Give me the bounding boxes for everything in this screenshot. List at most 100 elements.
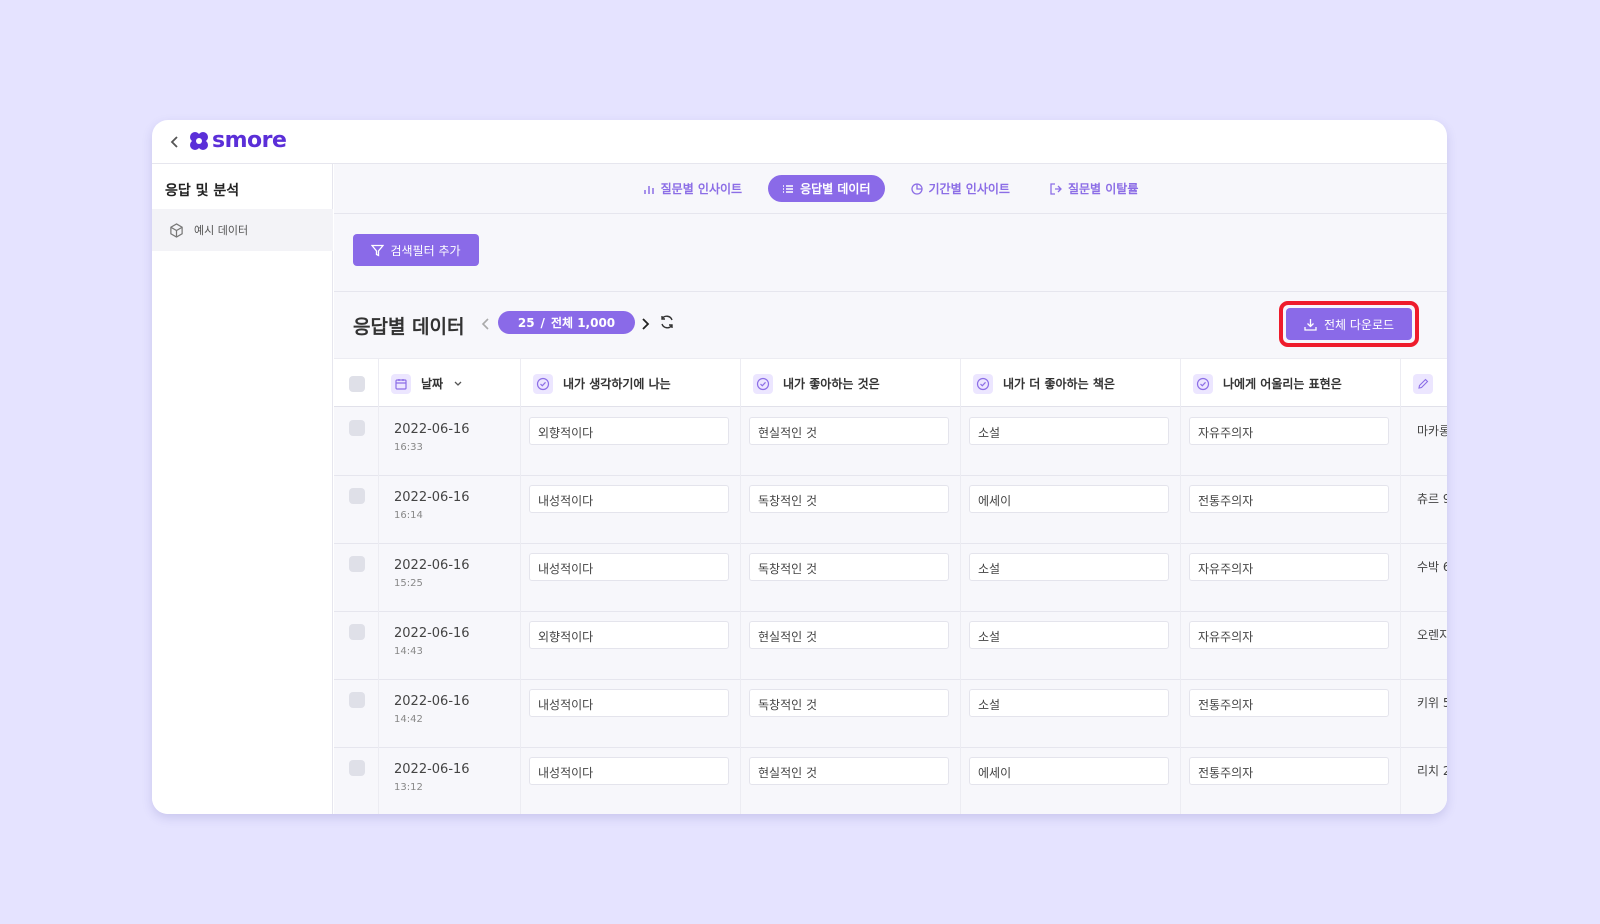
answer-cell: 외향적이다	[521, 408, 741, 476]
row-checkbox[interactable]	[349, 692, 365, 708]
table-row[interactable]: 2022-06-16 13:12 내성적이다 현실적인 것 에세이 전통주의자 리치 2	[334, 748, 1447, 814]
table-row[interactable]: 2022-06-16 16:14 내성적이다 독창적인 것 에세이 전통주의자 츄르 9	[334, 476, 1447, 544]
column-header-q3[interactable]: 내가 더 좋아하는 책은	[961, 359, 1181, 408]
list-icon	[783, 184, 794, 193]
column-label: 내가 더 좋아하는 책은	[1003, 377, 1115, 391]
answer-value[interactable]: 외향적이다	[529, 621, 729, 649]
answer-value[interactable]: 전통주의자	[1189, 689, 1389, 717]
answer-value[interactable]: 내성적이다	[529, 689, 729, 717]
date-cell: 2022-06-16 14:43	[379, 612, 521, 680]
answer-value[interactable]: 독창적인 것	[749, 485, 949, 513]
add-filter-button[interactable]: 검색필터 추가	[353, 234, 479, 266]
back-button[interactable]	[166, 132, 184, 152]
table-row[interactable]: 2022-06-16 14:42 내성적이다 독창적인 것 소설 전통주의자 키위 5	[334, 680, 1447, 748]
column-label: 나에게 어울리는 표현은	[1223, 377, 1342, 391]
answer-cell: 현실적인 것	[741, 408, 961, 476]
answer-value[interactable]: 외향적이다	[529, 417, 729, 445]
table-row[interactable]: 2022-06-16 16:33 외향적이다 현실적인 것 소설 자유주의자 마카롱	[334, 408, 1447, 476]
answer-cell: 현실적인 것	[741, 612, 961, 680]
response-time: 13:12	[394, 782, 423, 793]
row-select-cell	[334, 408, 379, 476]
row-checkbox[interactable]	[349, 420, 365, 436]
answer-cell: 독창적인 것	[741, 544, 961, 612]
row-checkbox[interactable]	[349, 488, 365, 504]
sidebar-item-example-data[interactable]: 예시 데이터	[152, 209, 333, 251]
answer-text-cell: 수박 6	[1417, 560, 1447, 574]
answer-value[interactable]: 내성적이다	[529, 485, 729, 513]
column-header-q4[interactable]: 나에게 어울리는 표현은	[1181, 359, 1401, 408]
answer-value[interactable]: 현실적인 것	[749, 757, 949, 785]
answer-value[interactable]: 자유주의자	[1189, 621, 1389, 649]
response-date: 2022-06-16	[394, 558, 470, 573]
row-checkbox[interactable]	[349, 556, 365, 572]
calendar-icon	[391, 373, 411, 394]
pager-indicator: 25 / 전체 1,000	[498, 311, 635, 334]
tab-period-insight[interactable]: 기간별 인사이트	[897, 175, 1024, 202]
answer-value[interactable]: 자유주의자	[1189, 417, 1389, 445]
row-select-cell	[334, 476, 379, 544]
next-page-button[interactable]	[640, 316, 650, 335]
download-all-label: 전체 다운로드	[1323, 317, 1395, 332]
answer-value[interactable]: 독창적인 것	[749, 553, 949, 581]
answer-value[interactable]: 전통주의자	[1189, 485, 1389, 513]
answer-cell: 독창적인 것	[741, 476, 961, 544]
main-panel: 질문별 인사이트 응답별 데이터 기간별 인사이트 질문별 이탈률 검색필터 추…	[334, 164, 1447, 814]
answer-text-cell: 키위 5	[1417, 696, 1447, 710]
row-checkbox[interactable]	[349, 624, 365, 640]
row-checkbox[interactable]	[349, 760, 365, 776]
check-circle-icon	[753, 373, 773, 394]
answer-cell: 전통주의자	[1181, 680, 1401, 748]
smore-logo[interactable]: smore	[188, 128, 287, 153]
answer-value[interactable]: 에세이	[969, 757, 1169, 785]
column-header-q2[interactable]: 내가 좋아하는 것은	[741, 359, 961, 408]
tab-question-insight[interactable]: 질문별 인사이트	[629, 175, 756, 202]
refresh-button[interactable]	[659, 314, 675, 334]
column-header-q1[interactable]: 내가 생각하기에 나는	[521, 359, 741, 408]
answer-value[interactable]: 현실적인 것	[749, 621, 949, 649]
answer-cell: 소설	[961, 680, 1181, 748]
refresh-icon	[661, 315, 673, 329]
answer-value[interactable]: 소설	[969, 417, 1169, 445]
answer-value[interactable]: 전통주의자	[1189, 757, 1389, 785]
answer-text-cell: 츄르 9	[1417, 492, 1447, 506]
answer-value[interactable]: 소설	[969, 621, 1169, 649]
download-highlight: 전체 다운로드	[1279, 301, 1419, 347]
bar-chart-icon	[643, 185, 654, 194]
sidebar: 응답 및 분석 예시 데이터	[152, 164, 333, 814]
answer-value[interactable]: 소설	[969, 689, 1169, 717]
answer-value[interactable]: 에세이	[969, 485, 1169, 513]
answer-cell: 독창적인 것	[741, 680, 961, 748]
table-row[interactable]: 2022-06-16 15:25 내성적이다 독창적인 것 소설 자유주의자 수박 6	[334, 544, 1447, 612]
answer-cell: 내성적이다	[521, 544, 741, 612]
column-header-date[interactable]: 날짜	[379, 359, 521, 408]
pencil-icon	[1413, 373, 1433, 394]
cube-icon	[170, 222, 183, 238]
date-cell: 2022-06-16 15:25	[379, 544, 521, 612]
answer-cell: 에세이	[961, 748, 1181, 814]
prev-page-button[interactable]	[481, 316, 491, 335]
answer-cell: 내성적이다	[521, 476, 741, 544]
top-bar: smore	[152, 120, 1447, 164]
tab-dropout-rate[interactable]: 질문별 이탈률	[1036, 175, 1152, 202]
sidebar-item-label: 예시 데이터	[194, 224, 249, 237]
row-select-cell	[334, 612, 379, 680]
column-label: 내가 생각하기에 나는	[563, 377, 671, 391]
answer-text-cell: 오렌지	[1417, 628, 1447, 642]
column-header-q5[interactable]	[1401, 359, 1447, 408]
download-all-button[interactable]: 전체 다운로드	[1286, 308, 1412, 340]
tab-label: 질문별 이탈률	[1067, 182, 1139, 196]
table-row[interactable]: 2022-06-16 14:43 외향적이다 현실적인 것 소설 자유주의자 오렌지	[334, 612, 1447, 680]
select-all-checkbox[interactable]	[349, 375, 365, 392]
answer-value[interactable]: 내성적이다	[529, 553, 729, 581]
answer-cell: 전통주의자	[1181, 476, 1401, 544]
answer-value[interactable]: 현실적인 것	[749, 417, 949, 445]
answer-value[interactable]: 독창적인 것	[749, 689, 949, 717]
response-date: 2022-06-16	[394, 762, 470, 777]
answer-value[interactable]: 소설	[969, 553, 1169, 581]
tab-response-data[interactable]: 응답별 데이터	[768, 175, 885, 202]
answer-text-cell: 리치 2	[1417, 764, 1447, 778]
chevron-down-icon	[454, 381, 462, 386]
answer-value[interactable]: 자유주의자	[1189, 553, 1389, 581]
tab-label: 기간별 인사이트	[928, 182, 1010, 196]
answer-value[interactable]: 내성적이다	[529, 757, 729, 785]
